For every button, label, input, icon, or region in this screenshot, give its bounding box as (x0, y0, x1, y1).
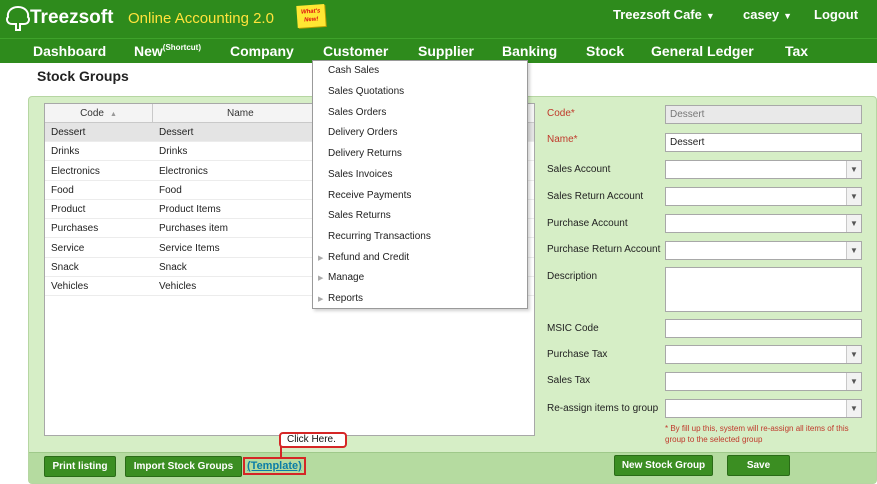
print-listing-button[interactable]: Print listing (44, 456, 116, 477)
chevron-down-icon: ▼ (846, 373, 861, 390)
name-label: Name* (547, 134, 578, 145)
click-here-callout: Click Here. (279, 432, 347, 448)
save-button[interactable]: Save (727, 455, 790, 476)
chevron-down-icon: ▼ (846, 188, 861, 205)
logout-link[interactable]: Logout (814, 7, 858, 22)
menu-item-reports[interactable]: Reports (328, 293, 363, 304)
cell-code: Electronics (51, 166, 100, 177)
purchase-return-account-label: Purchase Return Account (547, 244, 661, 255)
top-header: Treezsoft Online Accounting 2.0 What's N… (0, 0, 877, 38)
reassign-label: Re-assign items to group (547, 403, 659, 414)
chevron-down-icon: ▼ (846, 400, 861, 417)
purchase-tax-select[interactable]: ▼ (665, 345, 862, 364)
menu-item-receive-payments[interactable]: Receive Payments (328, 190, 411, 201)
nav-supplier[interactable]: Supplier (418, 43, 474, 59)
tree-logo-icon (6, 5, 30, 31)
chevron-down-icon: ▼ (783, 11, 793, 21)
code-label: Code* (547, 108, 575, 119)
nav-new[interactable]: New(Shortcut) (134, 43, 201, 59)
menu-item-delivery-orders[interactable]: Delivery Orders (328, 127, 397, 138)
company-name: Treezsoft Cafe (613, 7, 702, 22)
nav-banking[interactable]: Banking (502, 43, 557, 59)
purchase-return-account-select[interactable]: ▼ (665, 241, 862, 260)
cell-name: Service Items (159, 243, 220, 254)
name-field[interactable]: Dessert (665, 133, 862, 152)
menu-item-cash-sales[interactable]: Cash Sales (328, 65, 379, 76)
cell-code: Dessert (51, 127, 86, 138)
sales-return-account-select[interactable]: ▼ (665, 187, 862, 206)
logo-text: Treezsoft (30, 7, 114, 28)
sales-return-account-label: Sales Return Account (547, 191, 644, 202)
cell-name: Purchases item (159, 223, 228, 234)
description-textarea[interactable] (665, 267, 862, 312)
cell-code: Drinks (51, 146, 80, 157)
column-header-code[interactable]: Code ▲ (45, 104, 153, 123)
sales-tax-label: Sales Tax (547, 375, 591, 386)
nav-dashboard[interactable]: Dashboard (33, 43, 106, 59)
cell-code: Service (51, 243, 85, 254)
cell-code: Snack (51, 262, 79, 273)
menu-item-sales-orders[interactable]: Sales Orders (328, 107, 386, 118)
chevron-down-icon: ▼ (846, 242, 861, 259)
cell-name: Dessert (159, 127, 194, 138)
customer-dropdown-menu: Cash Sales Sales Quotations Sales Orders… (312, 60, 528, 309)
cell-name: Electronics (159, 166, 208, 177)
menu-item-sales-invoices[interactable]: Sales Invoices (328, 169, 392, 180)
reassign-select[interactable]: ▼ (665, 399, 862, 418)
purchase-account-select[interactable]: ▼ (665, 214, 862, 233)
app-title: Online Accounting 2.0 (128, 10, 274, 27)
cell-code: Purchases (51, 223, 99, 234)
cell-code: Vehicles (51, 281, 89, 292)
user-name: casey (743, 7, 780, 22)
cell-name: Snack (159, 262, 187, 273)
template-link[interactable]: (Template) (243, 457, 306, 475)
nav-new-shortcut: (Shortcut) (162, 43, 202, 52)
description-label: Description (547, 271, 598, 282)
menu-item-manage[interactable]: Manage (328, 272, 364, 283)
submenu-arrow-icon: ▶ (318, 296, 324, 303)
msic-code-field[interactable] (665, 319, 862, 338)
cell-code: Product (51, 204, 86, 215)
purchase-account-label: Purchase Account (547, 218, 628, 229)
sales-account-label: Sales Account (547, 164, 611, 175)
import-stock-groups-button[interactable]: Import Stock Groups (125, 456, 242, 477)
nav-customer[interactable]: Customer (323, 43, 388, 59)
logo[interactable]: Treezsoft (4, 5, 113, 31)
reassign-note: * By fill up this, system will re-assign… (665, 424, 849, 444)
company-selector[interactable]: Treezsoft Cafe ▼ (613, 7, 715, 22)
menu-item-delivery-returns[interactable]: Delivery Returns (328, 148, 402, 159)
chevron-down-icon: ▼ (846, 161, 861, 178)
nav-company[interactable]: Company (230, 43, 294, 59)
sales-account-select[interactable]: ▼ (665, 160, 862, 179)
sales-tax-select[interactable]: ▼ (665, 372, 862, 391)
submenu-arrow-icon: ▶ (318, 255, 324, 262)
menu-item-recurring-transactions[interactable]: Recurring Transactions (328, 231, 431, 242)
msic-code-label: MSIC Code (547, 323, 599, 334)
nav-tax[interactable]: Tax (785, 43, 808, 59)
nav-new-label: New (134, 43, 163, 59)
nav-stock[interactable]: Stock (586, 43, 624, 59)
cell-name: Product Items (159, 204, 221, 215)
chevron-down-icon: ▼ (846, 215, 861, 232)
code-field: Dessert (665, 105, 862, 124)
sort-ascending-icon: ▲ (109, 111, 117, 118)
menu-item-sales-returns[interactable]: Sales Returns (328, 210, 391, 221)
menu-item-refund-and-credit[interactable]: Refund and Credit (328, 252, 409, 263)
menu-item-sales-quotations[interactable]: Sales Quotations (328, 86, 404, 97)
cell-name: Drinks (159, 146, 188, 157)
whats-new-note[interactable]: What's New! (296, 4, 326, 28)
nav-general-ledger[interactable]: General Ledger (651, 43, 754, 59)
page-title: Stock Groups (37, 68, 129, 84)
cell-name: Food (159, 185, 182, 196)
purchase-tax-label: Purchase Tax (547, 349, 608, 360)
chevron-down-icon: ▼ (705, 11, 715, 21)
new-stock-group-button[interactable]: New Stock Group (614, 455, 713, 476)
cell-name: Vehicles (159, 281, 197, 292)
chevron-down-icon: ▼ (846, 346, 861, 363)
cell-code: Food (51, 185, 74, 196)
submenu-arrow-icon: ▶ (318, 275, 324, 282)
user-menu[interactable]: casey ▼ (743, 7, 792, 22)
